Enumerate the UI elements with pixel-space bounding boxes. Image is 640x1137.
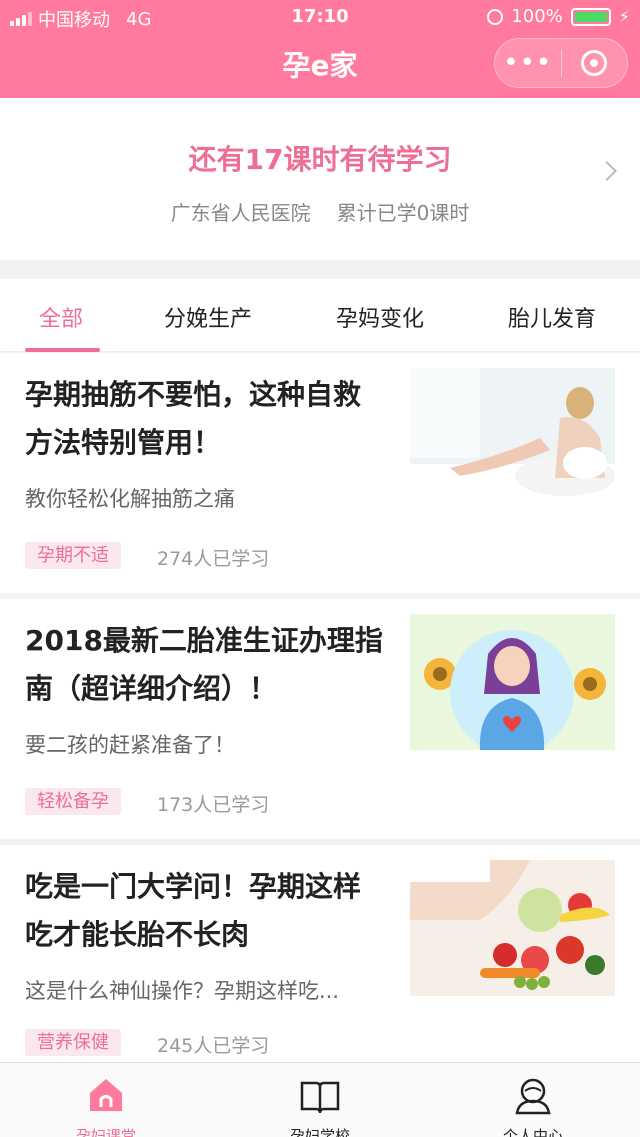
- remaining-lessons: 还有17课时有待学习: [188, 143, 452, 176]
- nav-label: 个人中心: [502, 1127, 563, 1137]
- alarm-icon: [487, 8, 504, 25]
- active-tab-indicator: [25, 348, 100, 352]
- status-bar: 中国移动 4G 17:10 100% ⚡: [0, 0, 640, 34]
- article-tag: 轻松备孕: [25, 788, 121, 815]
- article-title: 吃是一门大学问！孕期这样吃才能长胎不长肉: [25, 870, 362, 951]
- article-desc: 教你轻松化解抽筋之痛: [25, 487, 235, 511]
- study-summary[interactable]: 还有17课时有待学习 广东省人民医院 累计已学0课时: [0, 98, 640, 260]
- learned-count: 累计已学0课时: [336, 201, 470, 225]
- article-thumbnail: [410, 368, 615, 504]
- bottom-nav: 孕妇课堂 孕妇学校 个人中心: [0, 1062, 640, 1137]
- article-desc: 这是什么神仙操作？孕期这样吃...: [25, 979, 340, 1003]
- article-thumbnail: [410, 614, 615, 750]
- article-count: 245人已学习: [157, 1035, 270, 1057]
- status-right: 100% ⚡: [487, 6, 630, 27]
- tab-delivery[interactable]: 分娩生产: [164, 301, 252, 333]
- top-bar: 中国移动 4G 17:10 100% ⚡ 孕e家 •••: [0, 0, 640, 98]
- nav-label: 孕妇学校: [289, 1127, 350, 1137]
- close-button[interactable]: [562, 50, 628, 76]
- article-desc: 要二孩的赶紧准备了！: [25, 733, 235, 757]
- article-thumbnail: [410, 860, 615, 996]
- tab-all[interactable]: 全部: [39, 301, 83, 333]
- tab-mom-changes[interactable]: 孕妈变化: [336, 301, 424, 333]
- battery-percent: 100%: [511, 6, 563, 27]
- summary-sub: 广东省人民医院 累计已学0课时: [0, 197, 640, 226]
- person-icon: [515, 1078, 551, 1115]
- article-tag: 孕期不适: [25, 542, 121, 569]
- article-count: 173人已学习: [157, 794, 270, 816]
- target-icon: [581, 50, 608, 76]
- battery-icon: [570, 7, 611, 26]
- category-tabs: 全部 分娩生产 孕妈变化 胎儿发育: [0, 279, 640, 352]
- charging-icon: ⚡: [618, 7, 630, 26]
- article-tag: 营养保健: [25, 1029, 121, 1056]
- house-icon: [90, 1079, 122, 1111]
- article-title: 2018最新二胎准生证办理指南（超详细介绍）！: [25, 624, 383, 705]
- miniprogram-capsule: •••: [494, 38, 628, 88]
- article-card[interactable]: 2018最新二胎准生证办理指南（超详细介绍）！ 要二孩的赶紧准备了！ 轻松备孕 …: [0, 599, 640, 839]
- hospital-name: 广东省人民医院: [170, 201, 311, 225]
- nav-label: 孕妇课堂: [75, 1127, 136, 1137]
- article-count: 274人已学习: [157, 548, 270, 570]
- article-title: 孕期抽筋不要怕，这种自救方法特别管用！: [25, 378, 362, 459]
- book-icon: [300, 1081, 340, 1114]
- article-card[interactable]: 孕期抽筋不要怕，这种自救方法特别管用！ 教你轻松化解抽筋之痛 孕期不适 274人…: [0, 353, 640, 593]
- tab-fetal-development[interactable]: 胎儿发育: [508, 301, 596, 333]
- more-button[interactable]: •••: [495, 39, 561, 87]
- article-card[interactable]: 吃是一门大学问！孕期这样吃才能长胎不长肉 这是什么神仙操作？孕期这样吃... 营…: [0, 845, 640, 1062]
